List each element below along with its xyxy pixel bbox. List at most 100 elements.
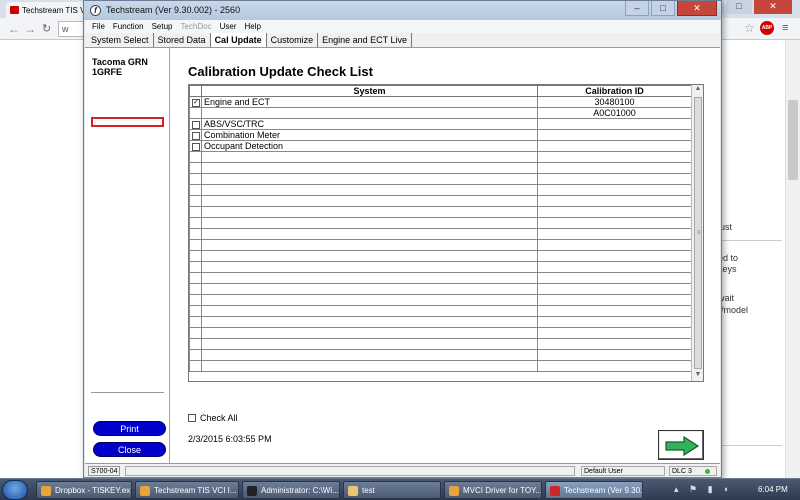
adblock-icon[interactable]: ABP (760, 21, 774, 35)
taskbar-app-icon (348, 486, 358, 496)
tab-favicon-icon (10, 6, 19, 14)
tab-engine-ect-live[interactable]: Engine and ECT Live (318, 33, 412, 47)
menu-setup[interactable]: Setup (149, 20, 178, 33)
system-cell: Occupant Detection (201, 140, 538, 152)
tab-system-select[interactable]: System Select (87, 33, 154, 47)
system-column-header[interactable]: System (201, 85, 538, 97)
start-button[interactable] (2, 480, 28, 500)
table-row (189, 250, 692, 262)
checkbox-icon[interactable] (192, 131, 200, 140)
browser-menu-icon[interactable]: ≡ (782, 22, 788, 34)
menu-file[interactable]: File (89, 20, 110, 33)
menu-help[interactable]: Help (242, 20, 266, 33)
table-row (189, 283, 692, 295)
taskbar-app-icon (550, 486, 560, 496)
close-window-button[interactable]: ✕ (677, 1, 717, 16)
scroll-grip-icon: ≡ (697, 230, 701, 236)
system-cell (201, 239, 538, 251)
calibration-id-cell (537, 338, 692, 350)
back-arrow-icon[interactable]: ← (8, 22, 20, 36)
checkbox-icon[interactable] (192, 142, 200, 151)
menu-user[interactable]: User (217, 20, 242, 33)
tray-icons[interactable]: ▴ ⚑ ▮ ◖ (674, 484, 732, 495)
reload-icon[interactable]: ↻ (42, 22, 51, 35)
scroll-down-arrow-icon[interactable]: ▼ (692, 371, 703, 381)
windows-taskbar: Dropbox - TISKEY.ex... Techstream TIS VCI… (0, 478, 800, 500)
maximize-button[interactable]: □ (651, 1, 675, 16)
taskbar-item-label: Dropbox - TISKEY.ex... (55, 486, 132, 495)
calibration-id-cell (537, 360, 692, 372)
taskbar-item[interactable]: Dropbox - TISKEY.ex... (36, 481, 132, 499)
row-checkbox-cell (189, 283, 202, 295)
calibration-id-cell (537, 283, 692, 295)
minimize-button[interactable]: – (625, 1, 649, 16)
table-row (189, 327, 692, 339)
window-title: Techstream (Ver 9.30.002) - 2560 (106, 5, 241, 15)
page-text: r/model (718, 305, 749, 315)
scroll-thumb[interactable]: ≡ (694, 97, 702, 369)
row-checkbox-cell (189, 217, 202, 229)
calibration-id-cell (537, 239, 692, 251)
calibration-id-cell (537, 151, 692, 163)
taskbar-item[interactable]: Techstream (Ver 9.30... (545, 481, 643, 499)
table-row[interactable]: Combination Meter (189, 129, 692, 141)
taskbar-item[interactable]: MVCI Driver for TOY... (444, 481, 542, 499)
status-screen-code: S700-04 (88, 466, 121, 476)
page-scrollbar[interactable] (785, 40, 800, 478)
table-row[interactable]: A0C01000 (189, 107, 692, 119)
row-checkbox-cell (189, 162, 202, 174)
system-cell (201, 228, 538, 240)
page-title: Calibration Update Check List (188, 64, 373, 79)
calibration-id-cell (537, 195, 692, 207)
checkbox-column-header (189, 85, 202, 97)
row-checkbox-cell (189, 327, 202, 339)
taskbar-item[interactable]: test (343, 481, 441, 499)
table-row[interactable]: ✓ Engine and ECT 30480100 (189, 96, 692, 108)
calibration-id-cell: A0C01000 (537, 107, 692, 119)
system-cell (201, 305, 538, 317)
clock[interactable]: 6:04 PM (758, 485, 788, 494)
system-cell (201, 107, 538, 119)
dlc-label: DLC 3 (672, 468, 692, 475)
next-button[interactable] (658, 430, 704, 460)
table-row (189, 162, 692, 174)
taskbar-item-label: Techstream TIS VCI I... (154, 486, 237, 495)
browser-maximize-button[interactable]: □ (726, 0, 752, 14)
redacted-vin-box (91, 117, 164, 127)
row-checkbox-cell (189, 151, 202, 163)
status-bar: S700-04 Default User DLC 3 (85, 463, 720, 477)
taskbar-item[interactable]: Techstream TIS VCI I... (135, 481, 239, 499)
browser-tab[interactable]: Techstream TIS V (6, 2, 90, 18)
table-row[interactable]: Occupant Detection (189, 140, 692, 152)
calibration-id-cell (537, 140, 692, 152)
tab-stored-data[interactable]: Stored Data (154, 33, 211, 47)
checkbox-icon[interactable] (192, 120, 200, 129)
calibration-id-column-header[interactable]: Calibration ID (537, 85, 692, 97)
window-title-bar[interactable]: f Techstream (Ver 9.30.002) - 2560 – □ ✕ (84, 1, 721, 20)
tab-cal-update[interactable]: Cal Update (210, 33, 267, 47)
tab-customize[interactable]: Customize (267, 33, 319, 47)
system-cell (201, 250, 538, 262)
close-button[interactable]: Close (93, 442, 166, 457)
system-cell (201, 173, 538, 185)
taskbar-item[interactable]: Administrator: C:\Wi... (242, 481, 340, 499)
check-all-option[interactable]: Check All (188, 413, 238, 423)
table-scrollbar[interactable]: ▲ ≡ ▼ (691, 85, 703, 381)
menu-techdoc[interactable]: TechDoc (177, 20, 216, 33)
scroll-up-arrow-icon[interactable]: ▲ (692, 85, 703, 96)
checked-checkbox-icon[interactable]: ✓ (192, 98, 200, 107)
menu-function[interactable]: Function (110, 20, 149, 33)
bookmark-star-icon[interactable]: ☆ (744, 21, 755, 35)
page-scroll-thumb[interactable] (788, 100, 798, 180)
table-row[interactable]: ABS/VSC/TRC (189, 118, 692, 130)
taskbar-item-label: MVCI Driver for TOY... (463, 486, 542, 495)
print-button[interactable]: Print (93, 421, 166, 436)
browser-close-button[interactable]: ✕ (754, 0, 792, 14)
system-cell (201, 294, 538, 306)
table-body: ✓ Engine and ECT 30480100 A0C01000 ABS/VSC/T… (189, 96, 692, 372)
calibration-id-cell (537, 305, 692, 317)
techstream-app-icon: f (90, 5, 101, 16)
calibration-id-cell (537, 349, 692, 361)
check-all-checkbox[interactable] (188, 414, 196, 422)
forward-arrow-icon[interactable]: → (24, 22, 36, 36)
